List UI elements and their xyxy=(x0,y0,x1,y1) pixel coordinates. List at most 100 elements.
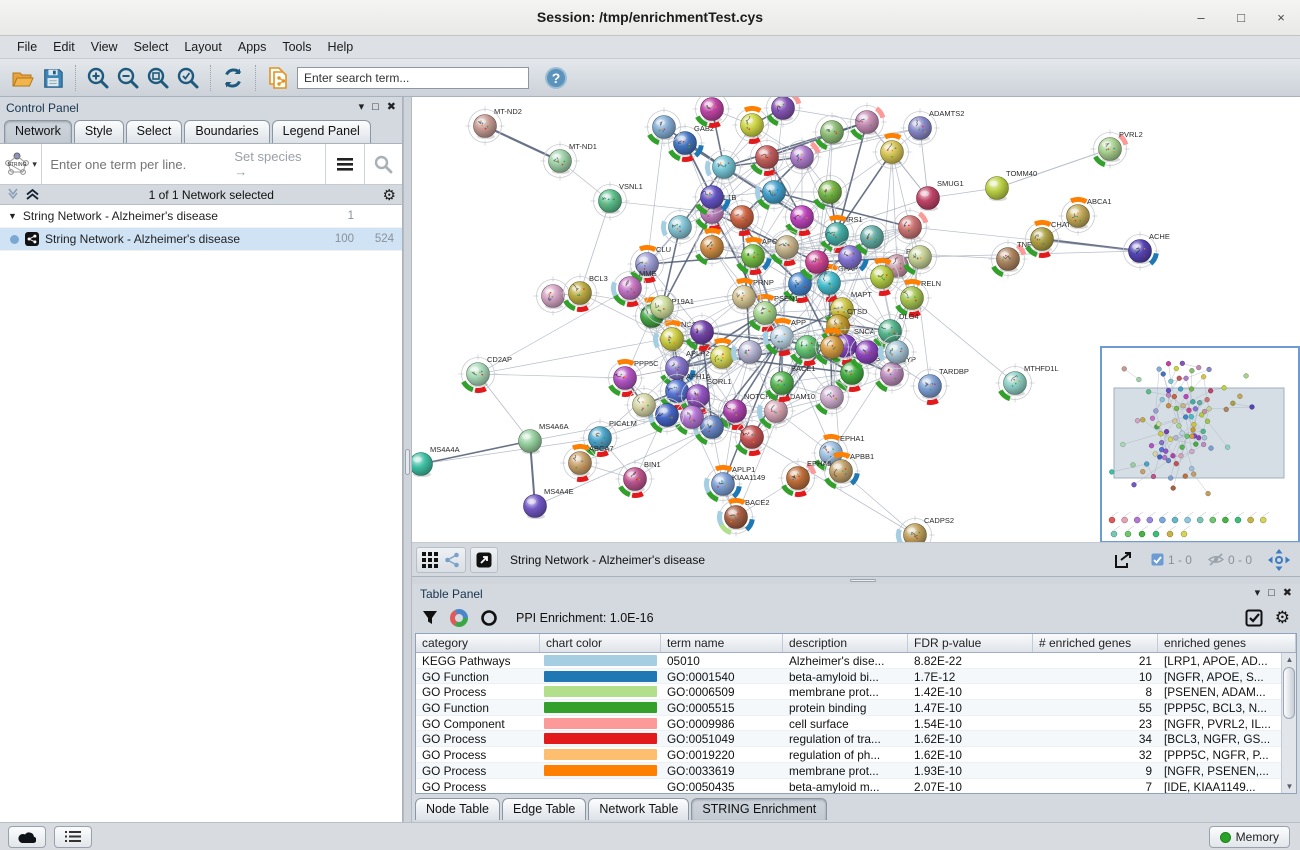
menu-item-tools[interactable]: Tools xyxy=(275,37,318,57)
network-edge[interactable] xyxy=(485,126,560,161)
menu-item-edit[interactable]: Edit xyxy=(46,37,82,57)
network-node-MS4A4E[interactable]: MS4A4E xyxy=(524,487,574,519)
network-node-t2[interactable] xyxy=(764,97,803,128)
network-node-BACE2[interactable]: BACE2 xyxy=(717,498,770,537)
automation-button[interactable] xyxy=(8,826,46,848)
tab-select[interactable]: Select xyxy=(126,120,183,143)
memory-button[interactable]: Memory xyxy=(1209,826,1290,848)
panel-menu-icon[interactable]: ▾ xyxy=(1255,588,1261,599)
export-network-button[interactable] xyxy=(1105,551,1141,569)
network-edge[interactable] xyxy=(647,127,664,264)
pan-navigator-button[interactable] xyxy=(1262,549,1296,571)
tab-network-table[interactable]: Network Table xyxy=(588,798,689,820)
menu-item-help[interactable]: Help xyxy=(321,37,361,57)
close-panel-icon[interactable]: ✖ xyxy=(1283,588,1292,599)
table-row[interactable]: GO ProcessGO:0019220regulation of ph...1… xyxy=(416,747,1296,763)
grid-view-icon[interactable] xyxy=(422,552,438,568)
detach-view-button[interactable] xyxy=(470,547,498,573)
expand-all-icon[interactable] xyxy=(6,188,21,201)
tab-style[interactable]: Style xyxy=(74,120,124,143)
save-session-button[interactable] xyxy=(38,63,68,93)
network-node-ADAMTS2[interactable]: ADAMTS2 xyxy=(901,109,965,148)
close-button[interactable]: × xyxy=(1272,8,1290,26)
table-row[interactable]: GO ProcessGO:0033619membrane prot...1.93… xyxy=(416,763,1296,779)
zoom-selected-button[interactable] xyxy=(173,63,203,93)
share-network-icon[interactable] xyxy=(444,552,460,568)
network-canvas[interactable]: MT-ND2MT-ND1VSNL1CD2APMS4A4AMS4A6AMS4A4E… xyxy=(412,97,1300,543)
zoom-in-button[interactable] xyxy=(83,63,113,93)
collapse-all-icon[interactable] xyxy=(25,188,40,201)
tab-legend-panel[interactable]: Legend Panel xyxy=(272,120,371,143)
vertical-splitter[interactable] xyxy=(403,97,412,822)
network-node-MTHFD1L[interactable]: MTHFD1L xyxy=(996,364,1059,403)
menu-item-apps[interactable]: Apps xyxy=(231,37,274,57)
string-logo[interactable]: STRING ▾ xyxy=(0,144,42,184)
search-input[interactable] xyxy=(297,67,529,89)
string-options-button[interactable] xyxy=(325,144,364,184)
splitter-grip[interactable] xyxy=(405,449,410,475)
chart-color-donut-icon[interactable] xyxy=(450,609,468,627)
tab-edge-table[interactable]: Edge Table xyxy=(502,798,586,820)
table-row[interactable]: GO ProcessGO:0050435beta-amyloid m...2.0… xyxy=(416,779,1296,794)
column-header-term-name[interactable]: term name xyxy=(661,634,783,652)
ring-chart-icon[interactable] xyxy=(480,609,498,627)
table-vertical-scrollbar[interactable]: ▲ ▼ xyxy=(1281,653,1296,793)
open-file-button[interactable] xyxy=(8,63,38,93)
column-header--enriched-genes[interactable]: # enriched genes xyxy=(1033,634,1158,652)
close-panel-icon[interactable]: ✖ xyxy=(387,102,396,113)
network-node-TOMM40[interactable]: TOMM40 xyxy=(986,169,1038,201)
network-node-EPHA5[interactable]: EPHA5 xyxy=(779,459,832,498)
tab-string-enrichment[interactable]: STRING Enrichment xyxy=(691,798,827,820)
string-search-button[interactable] xyxy=(364,144,403,184)
network-tree-row[interactable]: ▼String Network - Alzheimer's disease1 xyxy=(0,205,402,228)
minimize-button[interactable]: – xyxy=(1192,8,1210,26)
float-panel-icon[interactable]: □ xyxy=(1268,588,1275,599)
network-node-ABCA7[interactable]: ABCA7 xyxy=(561,444,614,483)
refresh-button[interactable] xyxy=(218,63,248,93)
birds-eye-view[interactable] xyxy=(1100,346,1300,543)
column-header-chart-color[interactable]: chart color xyxy=(540,634,661,652)
network-node-bcl3b[interactable] xyxy=(534,277,573,316)
scroll-down-arrow[interactable]: ▼ xyxy=(1282,780,1297,793)
zoom-out-button[interactable] xyxy=(113,63,143,93)
network-node-ABCA1[interactable]: ABCA1 xyxy=(1059,197,1112,236)
column-header-enriched-genes[interactable]: enriched genes xyxy=(1158,634,1296,652)
network-node-CD2AP[interactable]: CD2AP xyxy=(459,355,513,394)
column-header-fdr-p-value[interactable]: FDR p-value xyxy=(908,634,1033,652)
scroll-up-arrow[interactable]: ▲ xyxy=(1282,653,1297,666)
network-node-SMUG1[interactable]: SMUG1 xyxy=(917,179,964,211)
tab-boundaries[interactable]: Boundaries xyxy=(184,120,269,143)
table-row[interactable]: GO ProcessGO:0051049regulation of tra...… xyxy=(416,731,1296,747)
collapse-caret-icon[interactable]: ▼ xyxy=(8,211,17,221)
string-query-input[interactable] xyxy=(42,157,234,172)
network-node-MS4A6A[interactable]: MS4A6A xyxy=(519,422,569,454)
splitter-grip[interactable] xyxy=(850,579,876,582)
species-hint[interactable]: Set species → xyxy=(234,149,325,179)
tab-node-table[interactable]: Node Table xyxy=(415,798,500,820)
task-history-button[interactable] xyxy=(54,826,92,848)
network-node-VSNL1[interactable]: VSNL1 xyxy=(591,182,643,221)
string-source-dropdown-icon[interactable]: ▾ xyxy=(32,159,37,170)
menu-item-file[interactable]: File xyxy=(10,37,44,57)
float-panel-icon[interactable]: □ xyxy=(372,102,379,113)
menu-item-view[interactable]: View xyxy=(84,37,125,57)
table-row[interactable]: GO FunctionGO:0005515protein binding1.47… xyxy=(416,700,1296,716)
filter-icon[interactable] xyxy=(422,610,438,626)
select-rows-icon[interactable] xyxy=(1245,609,1263,627)
column-header-category[interactable]: category xyxy=(416,634,540,652)
table-row[interactable]: GO ComponentGO:0009986cell surface1.54E-… xyxy=(416,716,1296,732)
menu-item-select[interactable]: Select xyxy=(127,37,176,57)
menu-item-layout[interactable]: Layout xyxy=(177,37,229,57)
network-edge[interactable] xyxy=(478,374,625,378)
column-header-description[interactable]: description xyxy=(783,634,908,652)
network-options-gear-icon[interactable]: ⚙ xyxy=(383,186,396,204)
network-node-BIN1[interactable]: BIN1 xyxy=(616,460,661,499)
network-node-CADPS2[interactable]: CADPS2 xyxy=(896,516,955,544)
scrollbar-thumb[interactable] xyxy=(1283,667,1295,719)
horizontal-splitter[interactable] xyxy=(412,577,1300,584)
tab-network[interactable]: Network xyxy=(4,120,72,143)
help-button[interactable]: ? xyxy=(541,63,571,93)
network-from-clipboard-button[interactable] xyxy=(263,63,293,93)
network-node-TARDBP[interactable]: TARDBP xyxy=(911,367,969,406)
network-node-f15[interactable] xyxy=(661,208,700,247)
